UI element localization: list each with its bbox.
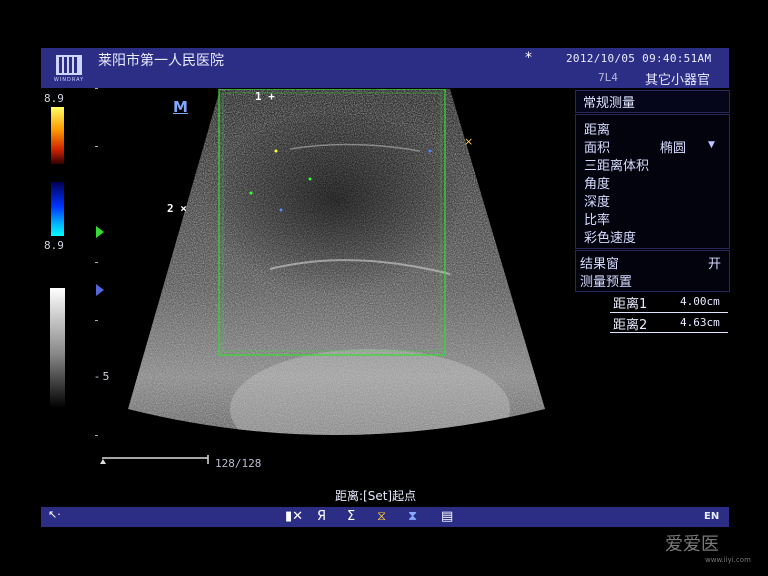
color-scale-bottom: 8.9 bbox=[44, 239, 64, 252]
depth-tick bbox=[95, 435, 98, 436]
measure-preset[interactable]: 测量预置 bbox=[580, 271, 632, 290]
caliper-1-label[interactable]: 1 + bbox=[255, 90, 275, 103]
results-window-value[interactable]: 开 bbox=[708, 253, 721, 272]
caliper-2-label[interactable]: 2 × bbox=[167, 202, 187, 215]
erase-tool-icon[interactable]: ▮✕ bbox=[285, 509, 303, 524]
status-prompt: 距离:[Set]起点 bbox=[335, 489, 417, 503]
watermark-url: www.iiyi.com bbox=[705, 556, 751, 564]
measurement-name: 距离1 bbox=[613, 297, 648, 312]
menu-title[interactable]: 常规测量 bbox=[583, 92, 635, 111]
hospital-name: 莱阳市第一人民医院 bbox=[98, 53, 224, 69]
depth-tick bbox=[95, 88, 98, 89]
color-velocity-bar-negative bbox=[51, 182, 64, 236]
arrow-tool-icon[interactable]: ↖· bbox=[48, 508, 61, 521]
flip-icon[interactable]: Ʃ bbox=[347, 509, 355, 524]
menu-item-ratio[interactable]: 比率 bbox=[584, 209, 610, 228]
depth-tick bbox=[95, 262, 98, 263]
color-velocity-bar-positive bbox=[51, 107, 64, 164]
split-icon[interactable]: ⧖ bbox=[377, 509, 386, 524]
reverse-icon[interactable]: Я bbox=[317, 509, 326, 524]
cine-frame-count: 128/128 bbox=[215, 457, 262, 470]
datetime: 2012/10/05 09:40:51AM bbox=[566, 52, 712, 65]
freeze-icon[interactable]: * bbox=[525, 50, 532, 66]
measurement-value: 4.63cm bbox=[680, 316, 720, 329]
depth-label: - 5 bbox=[95, 370, 110, 383]
depth-tick bbox=[95, 320, 98, 321]
exam-type[interactable]: 其它小器官 bbox=[645, 69, 710, 88]
color-scale-top: 8.9 bbox=[44, 92, 64, 105]
menu-item-angle[interactable]: 角度 bbox=[584, 173, 610, 192]
menu-item-depth[interactable]: 深度 bbox=[584, 191, 610, 210]
depth-marker-icon bbox=[96, 284, 104, 296]
language-indicator[interactable]: EN bbox=[704, 511, 719, 522]
orientation-mark: M bbox=[173, 98, 188, 116]
zoom-scale-bar bbox=[100, 455, 209, 464]
focus-marker-icon bbox=[96, 226, 104, 238]
menu-item-area[interactable]: 面积 bbox=[584, 137, 610, 156]
probe-label: 7L4 bbox=[598, 71, 618, 84]
logo-text: WINDRAY bbox=[53, 77, 85, 83]
menu-item-color-velocity[interactable]: 彩色速度 bbox=[584, 227, 636, 246]
results-window-label[interactable]: 结果窗 bbox=[580, 253, 619, 272]
menu-item-distance[interactable]: 距离 bbox=[584, 119, 610, 138]
grayscale-bar bbox=[50, 288, 65, 408]
measurement-value: 4.00cm bbox=[680, 295, 720, 308]
report-icon[interactable]: ▤ bbox=[441, 509, 453, 524]
ultrasound-image[interactable]: × bbox=[120, 89, 550, 449]
menu-item-volume[interactable]: 三距离体积 bbox=[584, 155, 649, 174]
quad-icon[interactable]: ⧗ bbox=[408, 509, 417, 524]
measurement-name: 距离2 bbox=[613, 318, 648, 333]
chevron-down-icon[interactable]: ▼ bbox=[708, 140, 715, 150]
depth-tick bbox=[95, 146, 98, 147]
svg-text:×: × bbox=[464, 135, 473, 148]
watermark-text: 爱爱医 bbox=[665, 534, 719, 555]
area-shape-select[interactable]: 椭圆 bbox=[660, 137, 686, 156]
